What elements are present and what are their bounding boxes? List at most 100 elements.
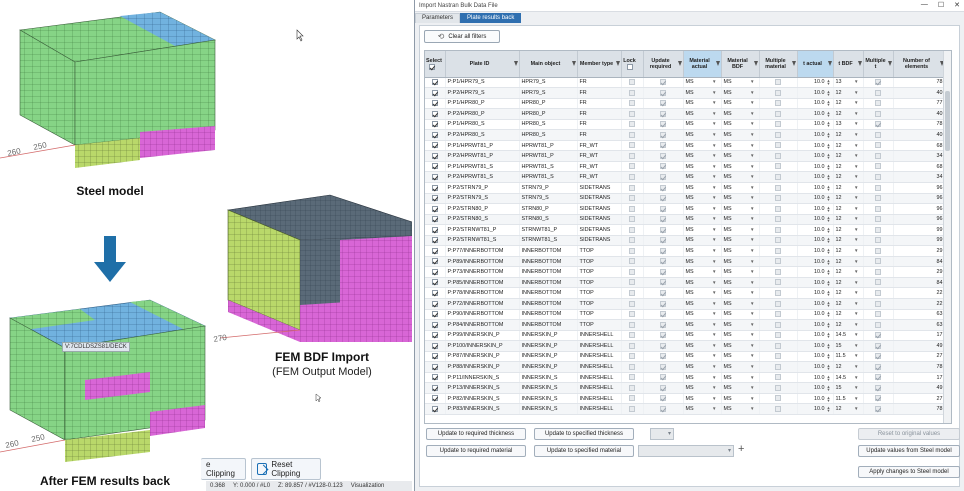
lock-cell[interactable] [621, 277, 644, 289]
row-select-cell[interactable] [425, 129, 446, 141]
table-row[interactable]: P:P2/STRNWT81_S STRNWT81_S SIDETRANS MS ▼ MS ▼… [425, 235, 946, 247]
row-select-checkbox[interactable] [431, 205, 438, 212]
t-actual-cell[interactable]: 10.0 ▲ ▼ [797, 108, 834, 120]
tab-parameters[interactable]: Parameters [415, 13, 461, 23]
t-actual-cell[interactable]: 10.0 ▲ ▼ [797, 235, 834, 247]
row-select-checkbox[interactable] [431, 332, 438, 339]
row-select-cell[interactable] [425, 150, 446, 162]
update-specified-thickness-button[interactable]: Update to specified thickness [534, 428, 634, 440]
row-select-checkbox[interactable] [431, 395, 438, 402]
t-actual-cell[interactable]: 10.0 ▲ ▼ [797, 256, 834, 268]
lock-checkbox[interactable] [629, 363, 635, 370]
specified-material-dropdown[interactable] [638, 445, 734, 457]
material-actual-cell[interactable]: MS ▼ [683, 309, 722, 321]
material-actual-cell[interactable]: MS ▼ [683, 256, 722, 268]
row-select-checkbox[interactable] [431, 100, 438, 107]
lock-checkbox[interactable] [629, 216, 635, 223]
table-row[interactable]: P:P2/HPR80_P HPR80_P FR MS ▼ MS ▼ 10.0 ▲ ▼ 12 ▼ 40 [425, 108, 946, 120]
material-actual-cell[interactable]: MS ▼ [683, 129, 722, 141]
lock-cell[interactable] [621, 224, 644, 236]
t-actual-cell[interactable]: 10.0 ▲ ▼ [797, 277, 834, 289]
table-row[interactable]: P:P2/HPR79_S HPR79_S FR MS ▼ MS ▼ 10.0 ▲ ▼ 12 ▼ 40 [425, 87, 946, 99]
lock-checkbox[interactable] [629, 290, 635, 296]
row-select-cell[interactable] [425, 203, 446, 215]
table-row[interactable]: P:P87/INNERSKIN_P INNERSKIN_P INNERSHELL MS… [425, 351, 946, 363]
lock-cell[interactable] [621, 361, 644, 373]
col-member-type[interactable]: Member type [577, 51, 622, 78]
material-actual-cell[interactable]: MS ▼ [683, 382, 722, 394]
lock-cell[interactable] [621, 150, 644, 162]
table-row[interactable]: P:P89/INNERBOTTOM INNERBOTTOM TTOP MS ▼ MS ▼ 10… [425, 256, 946, 268]
lock-cell[interactable] [621, 140, 644, 152]
row-select-cell[interactable] [425, 98, 446, 110]
lock-checkbox[interactable] [629, 89, 635, 96]
lock-checkbox[interactable] [629, 100, 635, 107]
row-select-cell[interactable] [425, 340, 446, 352]
lock-checkbox[interactable] [629, 121, 635, 128]
t-actual-cell[interactable]: 10.0 ▲ ▼ [797, 77, 834, 89]
row-select-checkbox[interactable] [431, 406, 438, 413]
t-actual-cell[interactable]: 10.0 ▲ ▼ [797, 287, 834, 299]
lock-cell[interactable] [621, 393, 644, 405]
lock-checkbox[interactable] [629, 237, 635, 244]
t-actual-cell[interactable]: 10.0 ▲ ▼ [797, 266, 834, 278]
table-row[interactable]: P:P78/INNERBOTTOM INNERBOTTOM TTOP MS ▼ MS ▼ 10… [425, 287, 946, 299]
table-row[interactable]: P:P82/INNERSKIN_S INNERSKIN_S INNERSHELL MS… [425, 393, 946, 405]
col-t-bdf[interactable]: t BDF [833, 51, 864, 78]
material-actual-cell[interactable]: MS ▼ [683, 235, 722, 247]
table-row[interactable]: P:P2/STRN79_S STRN79_S SIDETRANS MS ▼ MS ▼ 10.0… [425, 193, 946, 205]
lock-cell[interactable] [621, 266, 644, 278]
t-actual-cell[interactable]: 10.0 ▲ ▼ [797, 87, 834, 99]
row-select-checkbox[interactable] [431, 195, 438, 202]
row-select-cell[interactable] [425, 140, 446, 152]
minimize-icon[interactable]: — [921, 1, 928, 9]
t-actual-cell[interactable]: 10.0 ▲ ▼ [797, 214, 834, 226]
row-select-checkbox[interactable] [431, 311, 438, 318]
row-select-cell[interactable] [425, 361, 446, 373]
lock-checkbox[interactable] [629, 131, 635, 138]
table-row[interactable]: P:P2/HPR80_S HPR80_S FR MS ▼ MS ▼ 10.0 ▲ ▼ 12 ▼ 40 [425, 129, 946, 141]
material-actual-cell[interactable]: MS ▼ [683, 351, 722, 363]
row-select-checkbox[interactable] [431, 163, 438, 170]
lock-cell[interactable] [621, 287, 644, 299]
col-update-required[interactable]: Update required [643, 51, 684, 78]
lock-cell[interactable] [621, 245, 644, 257]
table-row[interactable]: P:P2/STRN80_S STRN80_S SIDETRANS MS ▼ MS ▼ 10.0… [425, 214, 946, 226]
t-actual-cell[interactable]: 10.0 ▲ ▼ [797, 193, 834, 205]
t-actual-cell[interactable]: 10.0 ▲ ▼ [797, 319, 834, 331]
material-actual-cell[interactable]: MS ▼ [683, 171, 722, 183]
lock-checkbox[interactable] [629, 142, 635, 149]
t-actual-cell[interactable]: 10.0 ▲ ▼ [797, 224, 834, 236]
material-actual-cell[interactable]: MS ▼ [683, 224, 722, 236]
lock-checkbox[interactable] [629, 321, 635, 328]
row-select-cell[interactable] [425, 382, 446, 394]
col-plate-id[interactable]: Plate ID [445, 51, 520, 78]
row-select-cell[interactable] [425, 193, 446, 205]
row-select-cell[interactable] [425, 245, 446, 257]
t-actual-cell[interactable]: 10.0 ▲ ▼ [797, 150, 834, 162]
row-select-cell[interactable] [425, 77, 446, 89]
t-actual-cell[interactable]: 10.0 ▲ ▼ [797, 382, 834, 394]
lock-checkbox[interactable] [629, 406, 635, 413]
row-select-cell[interactable] [425, 287, 446, 299]
material-actual-cell[interactable]: MS ▼ [683, 214, 722, 226]
lock-checkbox[interactable] [629, 184, 635, 191]
lock-checkbox[interactable] [629, 374, 635, 381]
row-select-checkbox[interactable] [431, 279, 438, 286]
material-actual-cell[interactable]: MS ▼ [683, 108, 722, 120]
add-material-icon[interactable]: + [738, 444, 744, 455]
table-row[interactable]: P:P72/INNERBOTTOM INNERBOTTOM TTOP MS ▼ MS ▼ 10… [425, 298, 946, 310]
lock-cell[interactable] [621, 372, 644, 384]
lock-cell[interactable] [621, 309, 644, 321]
row-select-cell[interactable] [425, 224, 446, 236]
material-actual-cell[interactable]: MS ▼ [683, 361, 722, 373]
table-row[interactable]: P:P90/INNERBOTTOM INNERBOTTOM TTOP MS ▼ MS ▼ 10… [425, 309, 946, 321]
material-actual-cell[interactable]: MS ▼ [683, 140, 722, 152]
row-select-checkbox[interactable] [431, 353, 438, 360]
lock-cell[interactable] [621, 403, 644, 415]
row-select-cell[interactable] [425, 372, 446, 384]
lock-cell[interactable] [621, 382, 644, 394]
row-select-cell[interactable] [425, 319, 446, 331]
lock-checkbox[interactable] [629, 195, 635, 202]
material-actual-cell[interactable]: MS ▼ [683, 182, 722, 194]
